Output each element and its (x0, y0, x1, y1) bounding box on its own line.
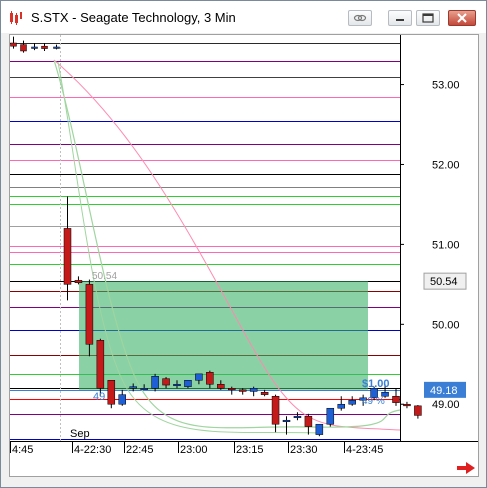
candle (206, 372, 214, 385)
candle (162, 378, 170, 386)
position-zone (79, 281, 368, 390)
x-tick-label: 4:45 (12, 444, 33, 456)
candle (282, 419, 291, 422)
restore-button[interactable] (416, 10, 440, 26)
price-chart[interactable]: 50.54 49 $1.00 49 % 53.00 52.00 51.00 50.00 49.0… (10, 35, 478, 476)
candle (20, 44, 27, 52)
x-tick-label: 23:15 (236, 444, 264, 456)
candle (392, 395, 400, 403)
position-pnl-label: $1.00 (362, 378, 390, 390)
x-tick-label: 23:00 (180, 444, 208, 456)
chart-area[interactable]: 50.54 49 $1.00 49 % 53.00 52.00 51.00 50.00 49.0… (9, 34, 479, 477)
y-tick-label: 49.00 (432, 399, 460, 411)
window-title: S.STX - Seagate Technology, 3 Min (31, 10, 236, 25)
candle (271, 395, 280, 425)
close-icon (457, 13, 467, 23)
candle (140, 388, 148, 391)
chart-candle-icon (10, 11, 22, 25)
position-left-label: 49 (93, 391, 105, 403)
x-tick-label: 23:30 (290, 444, 318, 456)
candle (184, 380, 192, 387)
candle (217, 384, 225, 389)
candle (85, 284, 94, 345)
last-price-label: 50.54 (430, 276, 458, 288)
candle (53, 46, 60, 49)
candle (304, 415, 313, 427)
month-label: Sep (70, 428, 90, 440)
minimize-icon (396, 19, 404, 21)
candle (173, 384, 181, 387)
candle (293, 415, 302, 418)
candle (326, 407, 335, 425)
x-tick-label: 4-22:30 (74, 444, 111, 456)
y-tick-label: 53.00 (432, 80, 460, 92)
candle (249, 388, 258, 392)
close-button[interactable] (448, 10, 476, 26)
candle (228, 388, 236, 391)
candle (96, 340, 105, 389)
link-button[interactable] (348, 10, 372, 26)
candle (74, 280, 83, 284)
candle (315, 423, 324, 435)
price-annotation: 50.54 (92, 271, 117, 282)
candle (260, 391, 269, 395)
y-tick-label: 51.00 (432, 239, 460, 251)
candle (129, 386, 137, 389)
y-tick-label: 52.00 (432, 159, 460, 171)
candle (337, 403, 345, 409)
candle (41, 45, 48, 49)
candle (238, 389, 247, 392)
x-tick-label: 4-23:45 (346, 444, 383, 456)
candle (10, 42, 17, 47)
candle (151, 376, 159, 389)
red-arrow-right-icon[interactable] (455, 460, 477, 476)
candle (63, 228, 72, 285)
minimize-button[interactable] (388, 10, 412, 26)
y-tick-label: 50.00 (432, 319, 460, 331)
candle (414, 405, 422, 416)
candle (348, 399, 356, 405)
candle (195, 373, 203, 381)
link-icon (353, 14, 367, 22)
candle (118, 394, 126, 405)
restore-icon (422, 13, 434, 23)
candle (403, 403, 411, 407)
position-pct-label: 49 % (362, 396, 385, 407)
title-bar[interactable]: S.STX - Seagate Technology, 3 Min (1, 1, 486, 33)
candle (107, 380, 116, 405)
current-price-label: 49.18 (430, 385, 458, 397)
x-tick-label: 22:45 (126, 444, 154, 456)
candle (31, 46, 38, 49)
chart-window: S.STX - Seagate Technology, 3 Min 50.54 … (0, 0, 487, 488)
